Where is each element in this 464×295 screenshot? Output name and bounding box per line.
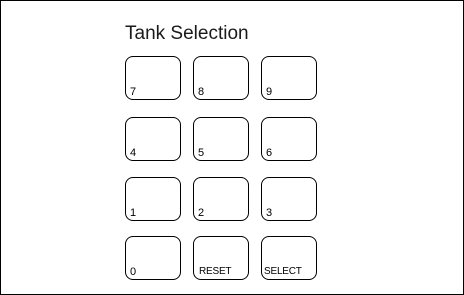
select-button[interactable]: SELECT bbox=[261, 236, 317, 280]
key-4-button[interactable]: 4 bbox=[125, 117, 181, 161]
key-label: 9 bbox=[266, 86, 273, 98]
panel-title: Tank Selection bbox=[125, 23, 249, 44]
key-label: 3 bbox=[266, 207, 273, 219]
key-6-button[interactable]: 6 bbox=[261, 117, 317, 161]
select-label: SELECT bbox=[264, 266, 302, 277]
key-label: 4 bbox=[130, 147, 137, 159]
key-5-button[interactable]: 5 bbox=[193, 117, 249, 161]
key-1-button[interactable]: 1 bbox=[125, 177, 181, 221]
key-3-button[interactable]: 3 bbox=[261, 177, 317, 221]
key-label: 0 bbox=[130, 266, 137, 278]
key-label: 2 bbox=[198, 207, 205, 219]
key-label: 1 bbox=[130, 207, 137, 219]
reset-label: RESET bbox=[199, 266, 232, 277]
key-label: 8 bbox=[198, 86, 205, 98]
key-2-button[interactable]: 2 bbox=[193, 177, 249, 221]
key-label: 5 bbox=[198, 147, 205, 159]
key-9-button[interactable]: 9 bbox=[261, 56, 317, 100]
key-7-button[interactable]: 7 bbox=[125, 56, 181, 100]
key-label: 6 bbox=[266, 147, 273, 159]
reset-button[interactable]: RESET bbox=[193, 236, 249, 280]
key-label: 7 bbox=[130, 86, 137, 98]
tank-selection-panel: Tank Selection 7 8 9 4 5 6 1 2 3 0 RESET… bbox=[0, 0, 464, 295]
key-0-button[interactable]: 0 bbox=[125, 236, 181, 280]
key-8-button[interactable]: 8 bbox=[193, 56, 249, 100]
